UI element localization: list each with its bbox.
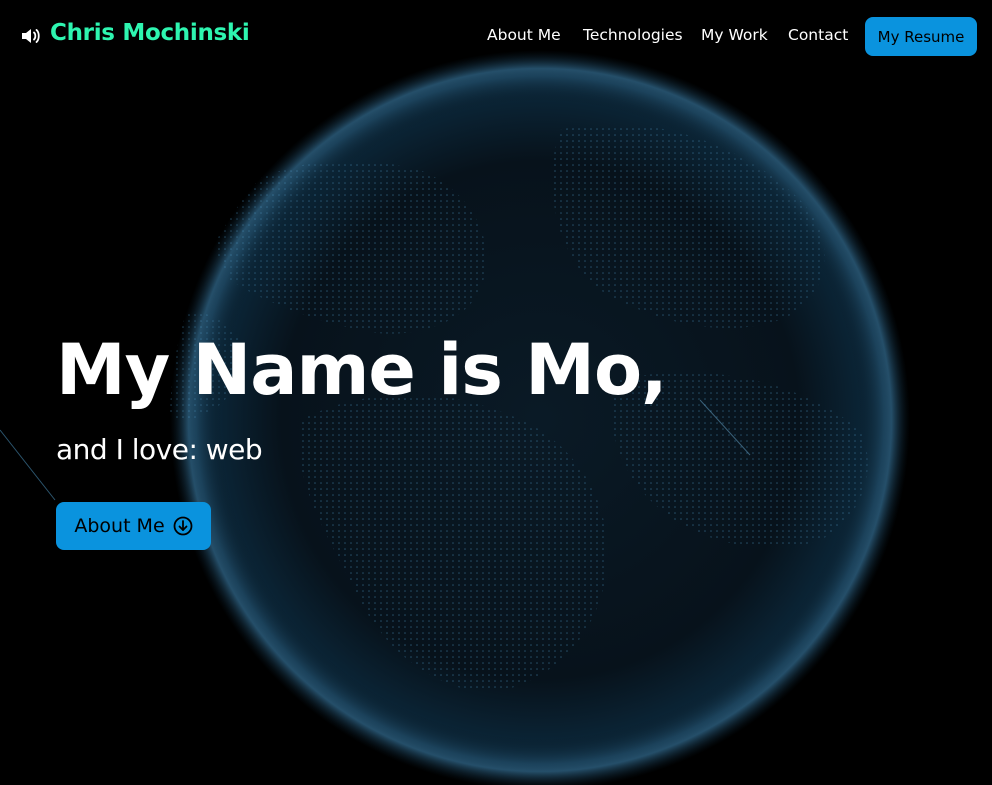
- about-me-button[interactable]: About Me: [56, 502, 211, 550]
- nav-technologies[interactable]: Technologies: [583, 26, 683, 44]
- nav-my-work[interactable]: My Work: [701, 26, 768, 44]
- hero-title: My Name is Mo,: [56, 329, 668, 411]
- resume-button[interactable]: My Resume: [865, 17, 977, 56]
- brand-name[interactable]: Chris Mochinski: [50, 20, 250, 46]
- arrow-down-circle-icon: [173, 516, 193, 536]
- nav-about-me[interactable]: About Me: [487, 26, 561, 44]
- hero-section: My Name is Mo, and I love: web About Me: [56, 326, 668, 550]
- nav-contact[interactable]: Contact: [788, 26, 848, 44]
- hero-subtitle: and I love: web: [56, 433, 263, 466]
- about-me-button-label: About Me: [74, 515, 165, 537]
- navbar: Chris Mochinski About Me Technologies My…: [0, 0, 992, 72]
- speaker-icon[interactable]: [21, 27, 41, 45]
